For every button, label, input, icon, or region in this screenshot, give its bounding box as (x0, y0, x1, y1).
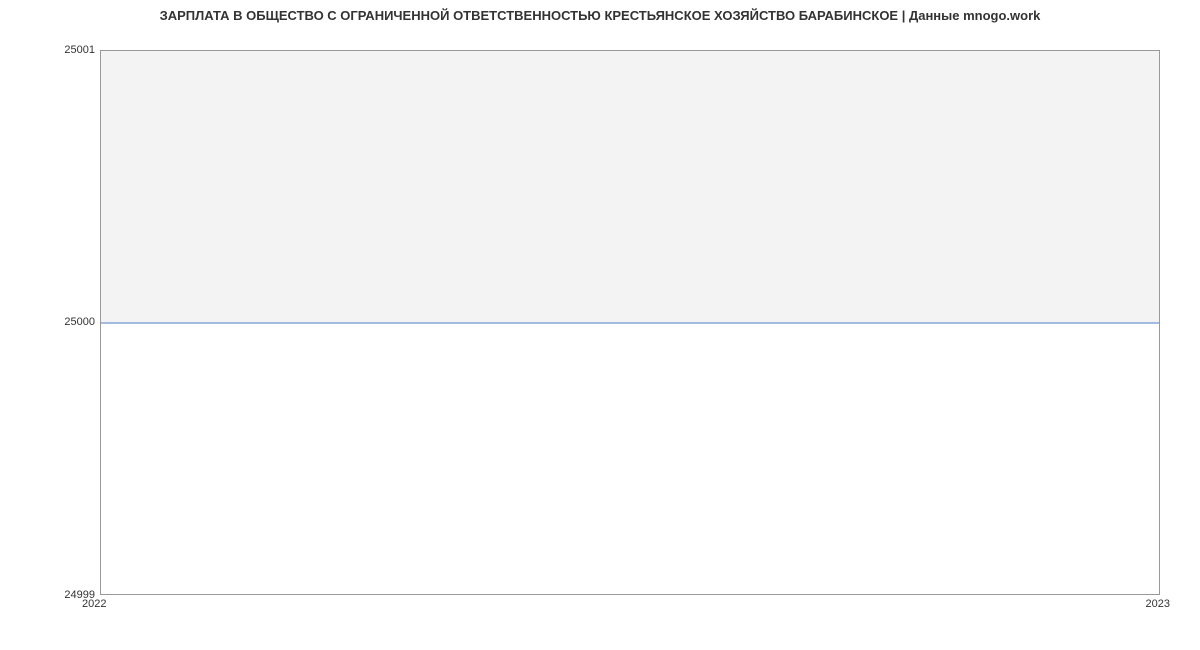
y-axis-tick-label: 25000 (64, 316, 95, 328)
y-axis-tick-label: 25001 (64, 44, 95, 56)
x-axis-tick-label: 2023 (1146, 598, 1170, 610)
chart-grid-band (101, 51, 1159, 323)
chart-title: ЗАРПЛАТА В ОБЩЕСТВО С ОГРАНИЧЕННОЙ ОТВЕТ… (0, 8, 1200, 23)
chart-plot-area (100, 50, 1160, 595)
chart-series-line (101, 322, 1159, 323)
x-axis-tick-label: 2022 (82, 598, 106, 610)
